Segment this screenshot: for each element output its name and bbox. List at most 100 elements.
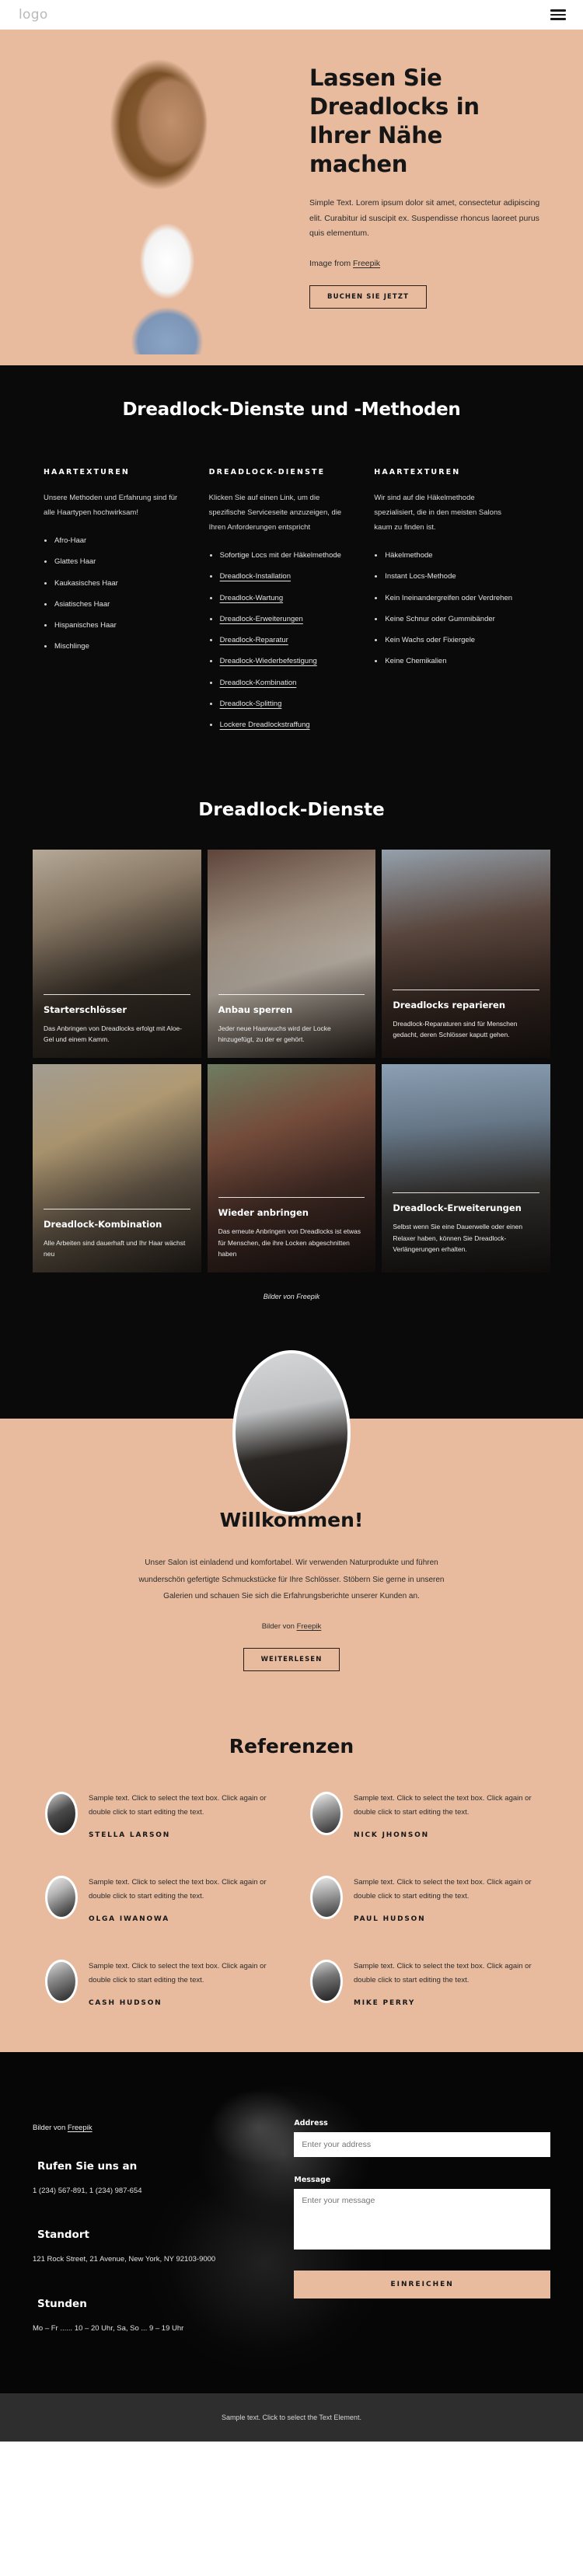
avatar <box>45 1875 78 1919</box>
gallery-card[interactable]: Starterschlösser Das Anbringen von Dread… <box>33 850 201 1059</box>
testimonial-text: Sample text. Click to select the text bo… <box>354 1793 532 1817</box>
column-intro: Unsere Methoden und Erfahrung sind für a… <box>44 494 178 517</box>
list-item: Afro-Haar <box>44 536 184 546</box>
hours-value: Mo – Fr ...... 10 – 20 Uhr, Sa, So ... 9… <box>33 2324 184 2333</box>
testimonial-body: Sample text. Click to select the text bo… <box>354 1876 538 1923</box>
location-value: 121 Rock Street, 21 Avenue, New York, NY… <box>33 2255 216 2264</box>
column-heading: DREADLOCK-DIENSTE <box>208 468 326 476</box>
card-rule <box>218 1197 365 1199</box>
gallery-credit[interactable]: Bilder von Freepik <box>0 1293 583 1300</box>
card-rule <box>44 993 190 995</box>
site-logo[interactable]: logo <box>19 7 48 23</box>
gallery-title: Dreadlock-Dienste <box>198 800 385 821</box>
testimonial-item: Sample text. Click to select the text bo… <box>310 1875 538 1923</box>
gallery-card[interactable]: Wieder anbringen Das erneute Anbringen v… <box>207 1064 376 1273</box>
testimonial-item: Sample text. Click to select the text bo… <box>310 1791 538 1839</box>
address-input[interactable] <box>294 2131 550 2157</box>
methods-title: Dreadlock-Dienste und -Methoden <box>122 400 461 420</box>
card-title: Starterschlösser <box>44 1004 127 1015</box>
submit-button[interactable]: EINREICHEN <box>294 2270 550 2299</box>
list-item: Kein Ineinandergreifen oder Verdrehen <box>374 593 515 604</box>
testimonial-body: Sample text. Click to select the text bo… <box>89 1960 273 2007</box>
methods-column-crochet: HAARTEXTUREN Wir sind auf die Häkelmetho… <box>374 468 539 741</box>
list-item-link[interactable]: Dreadlock-Wartung <box>209 593 350 604</box>
list-item-link[interactable]: Lockere Dreadlockstraffung <box>209 720 350 731</box>
contact-credit-link[interactable]: Freepik <box>68 2124 93 2132</box>
testimonial-text: Sample text. Click to select the text bo… <box>89 1961 267 1985</box>
card-title: Dreadlock-Kombination <box>44 1218 162 1230</box>
column-intro: Klicken Sie auf einen Link, um die spezi… <box>208 494 342 532</box>
gallery-card[interactable]: Dreadlocks reparieren Dreadlock-Reparatu… <box>382 850 550 1059</box>
hero-title: Lassen Sie Dreadlocks in Ihrer Nähe mach… <box>309 65 480 178</box>
card-text: Das Anbringen von Dreadlocks erfolgt mit… <box>44 1024 183 1044</box>
testimonial-text: Sample text. Click to select the text bo… <box>354 1877 532 1901</box>
book-now-button[interactable]: BUCHEN SIE JETZT <box>309 284 427 309</box>
list-item: Hispanisches Haar <box>44 620 184 631</box>
list-item-link[interactable]: Dreadlock-Erweiterungen <box>209 614 350 625</box>
welcome-body: Unser Salon ist einladend und komfortabe… <box>138 1559 445 1601</box>
gallery-card[interactable]: Anbau sperren Jeder neue Haarwuchs wird … <box>207 850 376 1059</box>
column-heading: HAARTEXTUREN <box>374 468 461 476</box>
card-title: Wieder anbringen <box>218 1207 309 1219</box>
card-caption: Anbau sperren Jeder neue Haarwuchs wird … <box>218 993 365 1045</box>
avatar <box>45 1959 78 2003</box>
welcome-section: Willkommen! Unser Salon ist einladend un… <box>0 1332 583 1707</box>
testimonial-name: OLGA IWANOWA <box>89 1915 169 1923</box>
list-item: Instant Locs-Methode <box>374 571 515 582</box>
card-caption: Dreadlocks reparieren Dreadlock-Reparatu… <box>393 989 539 1041</box>
hours-heading: Stunden <box>37 2298 87 2311</box>
card-caption: Wieder anbringen Das erneute Anbringen v… <box>218 1197 365 1260</box>
column-list: Afro-Haar Glattes Haar Kaukasisches Haar… <box>44 536 184 653</box>
card-text: Das erneute Anbringen von Dreadlocks ist… <box>218 1227 361 1258</box>
burger-line-1 <box>550 9 566 12</box>
card-title: Dreadlocks reparieren <box>393 999 506 1011</box>
gallery-card[interactable]: Dreadlock-Kombination Alle Arbeiten sind… <box>33 1064 201 1273</box>
list-item-link[interactable]: Dreadlock-Installation <box>209 571 350 582</box>
hero-credit-link[interactable]: Freepik <box>353 259 380 268</box>
list-item-link[interactable]: Dreadlock-Kombination <box>209 678 350 689</box>
phone-heading: Rufen Sie uns an <box>37 2159 138 2173</box>
burger-line-2 <box>550 13 566 16</box>
avatar <box>310 1791 343 1835</box>
methods-section: Dreadlock-Dienste und -Methoden HAARTEXT… <box>0 365 583 793</box>
message-input[interactable] <box>294 2188 550 2250</box>
testimonial-text: Sample text. Click to select the text bo… <box>89 1877 267 1901</box>
testimonial-body: Sample text. Click to select the text bo… <box>89 1792 273 1839</box>
card-text: Selbst wenn Sie eine Dauerwelle oder ein… <box>393 1222 523 1254</box>
testimonial-name: CASH HUDSON <box>89 1998 162 2007</box>
list-item-link[interactable]: Dreadlock-Wiederbefestigung <box>209 656 350 667</box>
message-label: Message <box>294 2175 331 2184</box>
hero-image-credit: Image from Freepik <box>309 259 543 268</box>
testimonial-name: MIKE PERRY <box>354 1998 416 2007</box>
testimonial-name: STELLA LARSON <box>89 1831 171 1839</box>
hero-section: Lassen Sie Dreadlocks in Ihrer Nähe mach… <box>0 30 583 365</box>
list-item: Keine Schnur oder Gummibänder <box>374 614 515 625</box>
contact-inner: Bilder von Freepik Rufen Sie uns an 1 (2… <box>0 2119 583 2336</box>
methods-column-services: DREADLOCK-DIENSTE Klicken Sie auf einen … <box>209 468 375 741</box>
contact-info: Bilder von Freepik Rufen Sie uns an 1 (2… <box>33 2119 271 2336</box>
testimonials-section: Referenzen Sample text. Click to select … <box>0 1706 583 2052</box>
welcome-credit: Bilder von Freepik <box>0 1622 583 1631</box>
card-title: Dreadlock-Erweiterungen <box>393 1202 522 1214</box>
methods-column-hair-textures: HAARTEXTUREN Unsere Methoden und Erfahru… <box>44 468 209 741</box>
list-item-link[interactable]: Dreadlock-Reparatur <box>209 635 350 646</box>
testimonial-item: Sample text. Click to select the text bo… <box>45 1791 273 1839</box>
read-more-button[interactable]: WEITERLESEN <box>243 1647 340 1671</box>
card-caption: Starterschlösser Das Anbringen von Dread… <box>44 993 190 1045</box>
welcome-credit-prefix: Bilder von <box>261 1621 297 1631</box>
welcome-credit-link[interactable]: Freepik <box>297 1622 322 1631</box>
column-intro: Wir sind auf die Häkelmethode spezialisi… <box>374 494 501 532</box>
contact-credit: Bilder von Freepik <box>33 2124 271 2132</box>
footer-text: Sample text. Click to select the Text El… <box>222 2413 361 2421</box>
hamburger-menu-icon[interactable] <box>550 9 566 20</box>
testimonial-body: Sample text. Click to select the text bo… <box>89 1876 273 1923</box>
gallery-card[interactable]: Dreadlock-Erweiterungen Selbst wenn Sie … <box>382 1064 550 1273</box>
list-item: Glattes Haar <box>44 557 184 567</box>
card-text: Jeder neue Haarwuchs wird der Locke hinz… <box>218 1024 331 1044</box>
site-header: logo <box>0 0 583 30</box>
testimonial-item: Sample text. Click to select the text bo… <box>45 1875 273 1923</box>
list-item-link[interactable]: Dreadlock-Splitting <box>209 699 350 710</box>
card-text: Alle Arbeiten sind dauerhaft und Ihr Haa… <box>44 1238 186 1258</box>
address-label: Address <box>294 2118 328 2127</box>
landing-page: logo Lassen Sie Dreadlocks in Ihrer Nähe… <box>0 0 583 2442</box>
